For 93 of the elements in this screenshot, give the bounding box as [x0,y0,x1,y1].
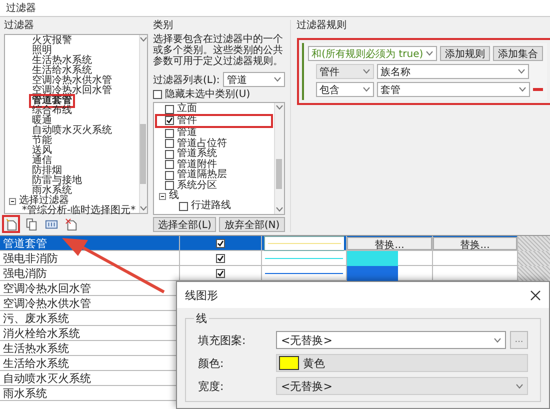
field-label: 宽度: [198,378,225,394]
category-label: 立面 [177,104,197,114]
tree-item[interactable]: 空调冷热水回水管 [31,86,113,96]
category-label: 系统分区 [177,180,217,190]
checkbox[interactable] [165,150,174,159]
operator-dropdown[interactable]: 和(所有规则必须为 true) [308,46,438,61]
tree-item[interactable]: 送风 [31,146,53,156]
tree-item[interactable]: 暖通 [31,116,53,126]
table-row[interactable]: 强电非消防 [0,251,550,266]
table-cell [518,236,550,251]
filter-list-dropdown[interactable]: 管道 [222,72,285,87]
pattern-dropdown[interactable]: <无替换> [276,331,506,349]
category-label: 线 [169,191,179,201]
checkbox[interactable] [165,104,174,114]
field-label: 颜色: [198,356,225,370]
checkbox[interactable] [216,269,225,278]
group-label: 过滤器 [4,20,35,32]
tree-item[interactable]: *管综分析-临时选择图元* [21,206,137,216]
checkbox[interactable] [165,181,174,190]
tree-item[interactable]: 综合布线 [31,106,73,116]
table-row[interactable]: 管道套管 替换... 替换... [0,236,550,251]
scroll-down-icon [140,206,147,211]
tree-item[interactable]: 生活给水系统 [31,66,93,76]
checkbox[interactable] [165,139,174,148]
checkbox[interactable] [153,90,162,99]
value-field[interactable]: 套管 [376,82,530,97]
select-button[interactable]: 选择全部(L) [153,217,216,232]
chevron-down-icon [426,51,434,56]
collapse-icon[interactable] [159,192,166,200]
tree-item[interactable]: 节能 [31,136,53,146]
table-cell [518,251,550,266]
tree-item[interactable]: 生活热水系统 [31,56,93,66]
tree-item[interactable]: 自动喷水灭火系统 [31,126,113,136]
override-button[interactable]: 替换... [433,237,517,250]
group-label: 线 [194,311,209,326]
delete-icon[interactable] [64,217,78,231]
checkbox[interactable] [216,239,225,248]
tree-item[interactable]: 空调冷热水供水管 [31,76,113,86]
scroll-up-icon [140,37,147,42]
description-text: 选择要包含在过滤器中的一个或多个类别。这些类别的公共参数可用于定义过滤器规则。 [153,34,284,67]
scrollbar[interactable] [138,35,147,213]
table-cell [518,266,550,281]
chevron-down-icon [494,338,501,342]
new-filter-icon[interactable] [4,217,18,231]
checkbox[interactable] [179,202,188,211]
group-label: 类别 [153,20,174,32]
tree-item[interactable]: 火灾报警 [31,36,73,46]
override-button[interactable]: 替换... [347,237,432,250]
scroll-thumb[interactable] [140,124,146,184]
scroll-thumb[interactable] [276,158,282,188]
chevron-down-icon [518,69,526,74]
add-button[interactable]: 添加规则 [440,46,490,61]
parameter-dropdown[interactable]: 族名称 [376,64,530,79]
checkbox-label: 隐藏未选中类别(U) [165,89,250,100]
tree-item[interactable]: 通信 [31,156,53,166]
category-label: 管道占位符 [177,138,227,148]
tree-item[interactable]: 雨水系统 [31,186,73,196]
collapse-icon[interactable] [9,198,16,204]
field-label: 填充图案: [198,332,247,348]
add-button[interactable]: 添加集合 [493,46,544,61]
condition-dropdown[interactable]: 包含 [316,82,374,97]
tree-item[interactable]: 选择过滤器 [19,196,69,206]
chevron-down-icon [362,69,370,74]
close-icon[interactable] [530,290,541,300]
category-label: 行进路线 [191,201,231,212]
tree-item[interactable]: 照明 [31,46,53,56]
tree-item[interactable]: 防雷与接地 [31,176,83,186]
group-label: 过滤器规则 [296,20,348,32]
category-dropdown[interactable]: 管件 [316,64,374,79]
window-title: 过滤器 [6,2,36,15]
chevron-down-icon [519,87,526,92]
chevron-down-icon [362,87,370,92]
checkbox[interactable] [165,160,174,170]
tree-item[interactable]: 防排烟 [31,166,63,176]
scroll-down-icon [276,207,283,212]
category-label: 管道隔热层 [177,170,227,180]
more-button[interactable]: ... [510,331,528,349]
chevron-down-icon [516,384,523,388]
scroll-up-icon [276,105,283,110]
copy-icon[interactable] [24,217,38,231]
category-label: 管道系统 [177,149,217,159]
scrollbar[interactable] [274,103,284,214]
field-label: 过滤器列表(L): [153,74,220,86]
category-label: 管道附件 [177,160,217,170]
checkbox[interactable] [216,254,225,263]
color-button[interactable]: 黄色 [276,354,528,372]
checkbox[interactable] [165,116,174,126]
checkbox[interactable] [165,170,174,180]
chevron-down-icon [274,77,281,82]
dialog-title: 线图形 [185,288,218,302]
remove-icon[interactable] [533,88,544,91]
select-button[interactable]: 放弃全部(N) [219,217,285,232]
checkbox[interactable] [165,128,174,138]
